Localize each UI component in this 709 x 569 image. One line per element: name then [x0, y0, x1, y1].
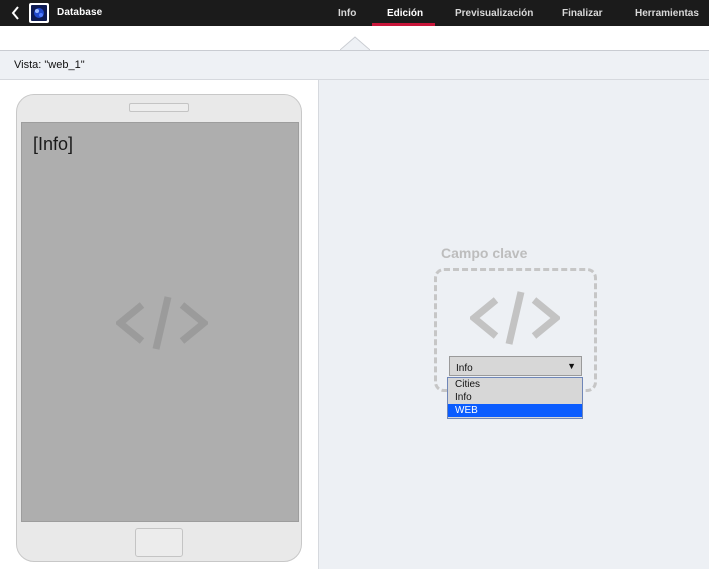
- tab-previsualizacion[interactable]: Previsualización: [455, 0, 533, 26]
- phone-frame: [Info]: [16, 94, 302, 562]
- key-field-options: Cities Info WEB: [447, 377, 583, 419]
- option-cities[interactable]: Cities: [448, 378, 582, 391]
- select-value: Info: [456, 363, 473, 374]
- tab-finalizar[interactable]: Finalizar: [562, 0, 603, 26]
- app-title: Database: [57, 7, 103, 18]
- view-label: Vista: "web_1": [14, 59, 85, 71]
- phone-home-button: [135, 528, 183, 557]
- dropdown-arrow-icon: ▼: [567, 361, 576, 371]
- key-field-title: Campo clave: [441, 245, 528, 261]
- view-bar: Vista: "web_1": [0, 50, 709, 80]
- phone-screen[interactable]: [Info]: [21, 122, 299, 522]
- phone-speaker: [129, 103, 189, 112]
- top-bar: Database Info Edición Previsualización F…: [0, 0, 709, 26]
- code-brackets-icon: [470, 291, 560, 345]
- key-field-select[interactable]: Info ▼: [449, 356, 582, 376]
- code-brackets-icon: [116, 296, 208, 350]
- option-info[interactable]: Info: [448, 391, 582, 404]
- tab-herramientas[interactable]: Herramientas: [635, 0, 699, 26]
- active-tab-pointer: [340, 36, 370, 51]
- tab-info[interactable]: Info: [338, 0, 356, 26]
- chevron-left-icon[interactable]: [8, 4, 24, 22]
- preview-panel: [Info]: [0, 80, 319, 569]
- option-web[interactable]: WEB: [448, 404, 582, 417]
- screen-text: [Info]: [33, 134, 74, 154]
- app-logo-icon: [29, 3, 49, 23]
